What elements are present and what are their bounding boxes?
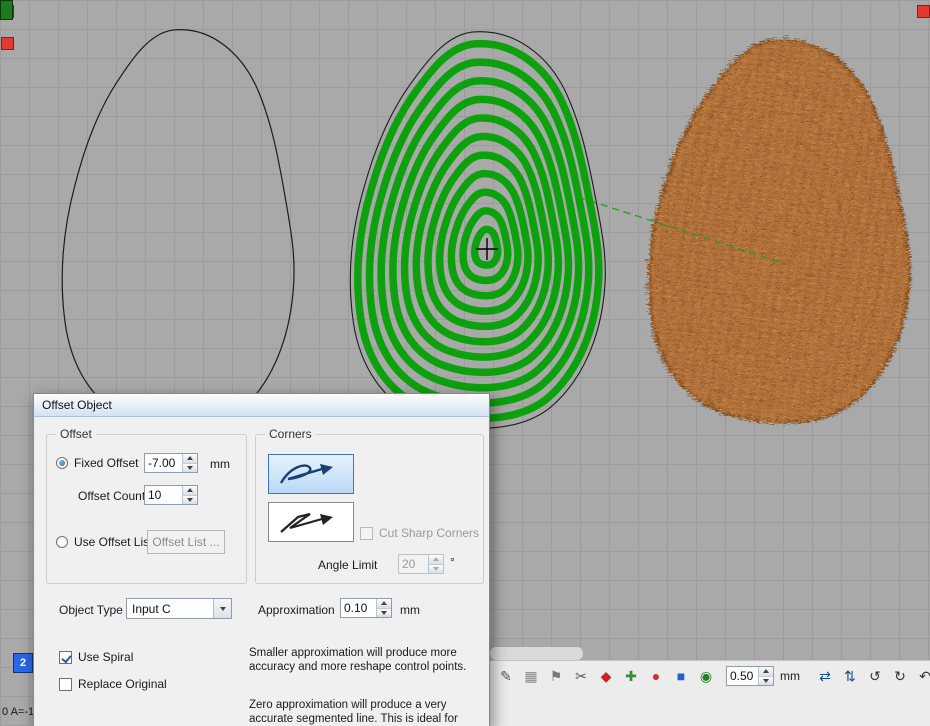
mirror-vertical-icon[interactable]: ⇅ [839, 665, 861, 687]
offset-list-button[interactable]: Offset List ... [147, 530, 225, 554]
approximation-note: Smaller approximation will produce more … [249, 646, 481, 675]
scissors-trim-icon[interactable]: ✂ [570, 665, 592, 687]
spin-up-icon[interactable] [183, 454, 197, 463]
rotate-left-45-icon[interactable]: ↶ [914, 665, 930, 687]
fixed-offset-input[interactable] [145, 454, 182, 472]
outline-object[interactable] [62, 30, 294, 429]
chevron-down-icon[interactable] [213, 599, 231, 618]
object-type-dropdown[interactable]: Input C [126, 598, 232, 619]
spin-down-icon[interactable] [429, 564, 443, 574]
rotate-ccw-icon[interactable]: ↺ [864, 665, 886, 687]
approximation-unit: mm [400, 603, 420, 617]
pencil-edit-icon[interactable]: ✎ [495, 665, 517, 687]
mirror-horizontal-icon[interactable]: ⇄ [814, 665, 836, 687]
sharp-corner-button[interactable] [268, 454, 354, 494]
checkbox-unchecked-icon [360, 527, 373, 540]
rotate-cw-icon[interactable]: ↻ [889, 665, 911, 687]
object-type-value: Input C [127, 599, 213, 618]
radio-selected-icon [56, 457, 68, 469]
nudge-size-spinner[interactable] [726, 666, 774, 686]
spin-down-icon[interactable] [377, 608, 391, 618]
color-swatch-green[interactable] [0, 0, 13, 20]
cut-sharp-corners-label: Cut Sharp Corners [379, 526, 479, 540]
zero-approximation-note: Zero approximation will produce a very a… [249, 698, 481, 726]
corners-group-caption: Corners [265, 427, 316, 441]
spin-down-icon[interactable] [183, 495, 197, 505]
stitched-object[interactable] [647, 38, 907, 420]
spiral-offset-object[interactable] [350, 32, 605, 429]
spin-up-icon[interactable] [429, 555, 443, 564]
red-node-icon[interactable]: ● [645, 665, 667, 687]
angle-limit-unit: ° [450, 555, 455, 569]
transform-tools-group: ⇄⇅↺↻↶↷ [814, 665, 930, 687]
tie-in-icon[interactable]: ✚ [620, 665, 642, 687]
offset-count-label: Offset Count [78, 489, 145, 503]
stitch-grid-icon[interactable]: ▦ [520, 665, 542, 687]
approximation-spinner[interactable] [340, 598, 392, 618]
angle-limit-label: Angle Limit [318, 558, 377, 572]
fixed-offset-label: Fixed Offset [74, 456, 138, 470]
nudge-size-unit: mm [780, 669, 800, 683]
dialog-titlebar[interactable]: Offset Object [34, 394, 489, 417]
fixed-offset-spinner[interactable] [144, 453, 198, 473]
approximation-input[interactable] [341, 599, 376, 617]
checkbox-unchecked-icon [59, 678, 72, 691]
checkbox-checked-icon [59, 651, 72, 664]
red-marker-icon [1, 37, 14, 50]
use-offset-list-radio[interactable]: Use Offset List [56, 535, 152, 549]
nudge-size-input[interactable] [727, 667, 758, 685]
start-point-icon[interactable]: ◉ [695, 665, 717, 687]
replace-original-checkbox[interactable]: Replace Original [59, 677, 167, 691]
fixed-offset-radio[interactable]: Fixed Offset [56, 456, 138, 470]
cut-sharp-corners-checkbox[interactable]: Cut Sharp Corners [360, 526, 479, 540]
cut-corner-icon [276, 508, 346, 536]
replace-original-label: Replace Original [78, 677, 167, 691]
red-marker-icon [917, 5, 930, 18]
angle-limit-input[interactable] [399, 555, 428, 573]
offset-count-input[interactable] [145, 486, 182, 504]
stitch-tools-group: ✎▦⚑✂◆✚●■◉ [495, 665, 717, 687]
offset-object-dialog: Offset Object Offset Fixed Offset mm Off… [33, 393, 490, 726]
spin-up-icon[interactable] [377, 599, 391, 608]
approximation-label: Approximation [258, 603, 335, 617]
spin-down-icon[interactable] [183, 463, 197, 473]
use-spiral-checkbox[interactable]: Use Spiral [59, 650, 133, 664]
offset-group-caption: Offset [56, 427, 96, 441]
cut-corner-button[interactable] [268, 502, 354, 542]
use-spiral-label: Use Spiral [78, 650, 133, 664]
spin-up-icon[interactable] [759, 667, 773, 676]
use-offset-list-label: Use Offset List [74, 535, 152, 549]
horizontal-scrollbar[interactable] [489, 646, 584, 661]
color-swatch-2[interactable]: 2 [13, 653, 33, 673]
red-stop-icon[interactable]: ◆ [595, 665, 617, 687]
bottom-toolbar: ✎▦⚑✂◆✚●■◉ mm ⇄⇅↺↻↶↷ [488, 660, 930, 726]
sharp-corner-icon [276, 460, 346, 488]
embroidery-app-window: 2 0 A=-14 ✎▦⚑✂◆✚●■◉ mm ⇄⇅↺↻↶↷ Offset Obj… [0, 0, 930, 726]
angle-limit-spinner[interactable] [398, 554, 444, 574]
spin-down-icon[interactable] [759, 676, 773, 686]
radio-unselected-icon [56, 536, 68, 548]
object-type-label: Object Type [59, 603, 123, 617]
flag-function-icon[interactable]: ⚑ [545, 665, 567, 687]
dialog-title: Offset Object [42, 398, 112, 412]
fixed-offset-unit: mm [210, 457, 230, 471]
offset-count-spinner[interactable] [144, 485, 198, 505]
spin-up-icon[interactable] [183, 486, 197, 495]
blue-block-icon[interactable]: ■ [670, 665, 692, 687]
